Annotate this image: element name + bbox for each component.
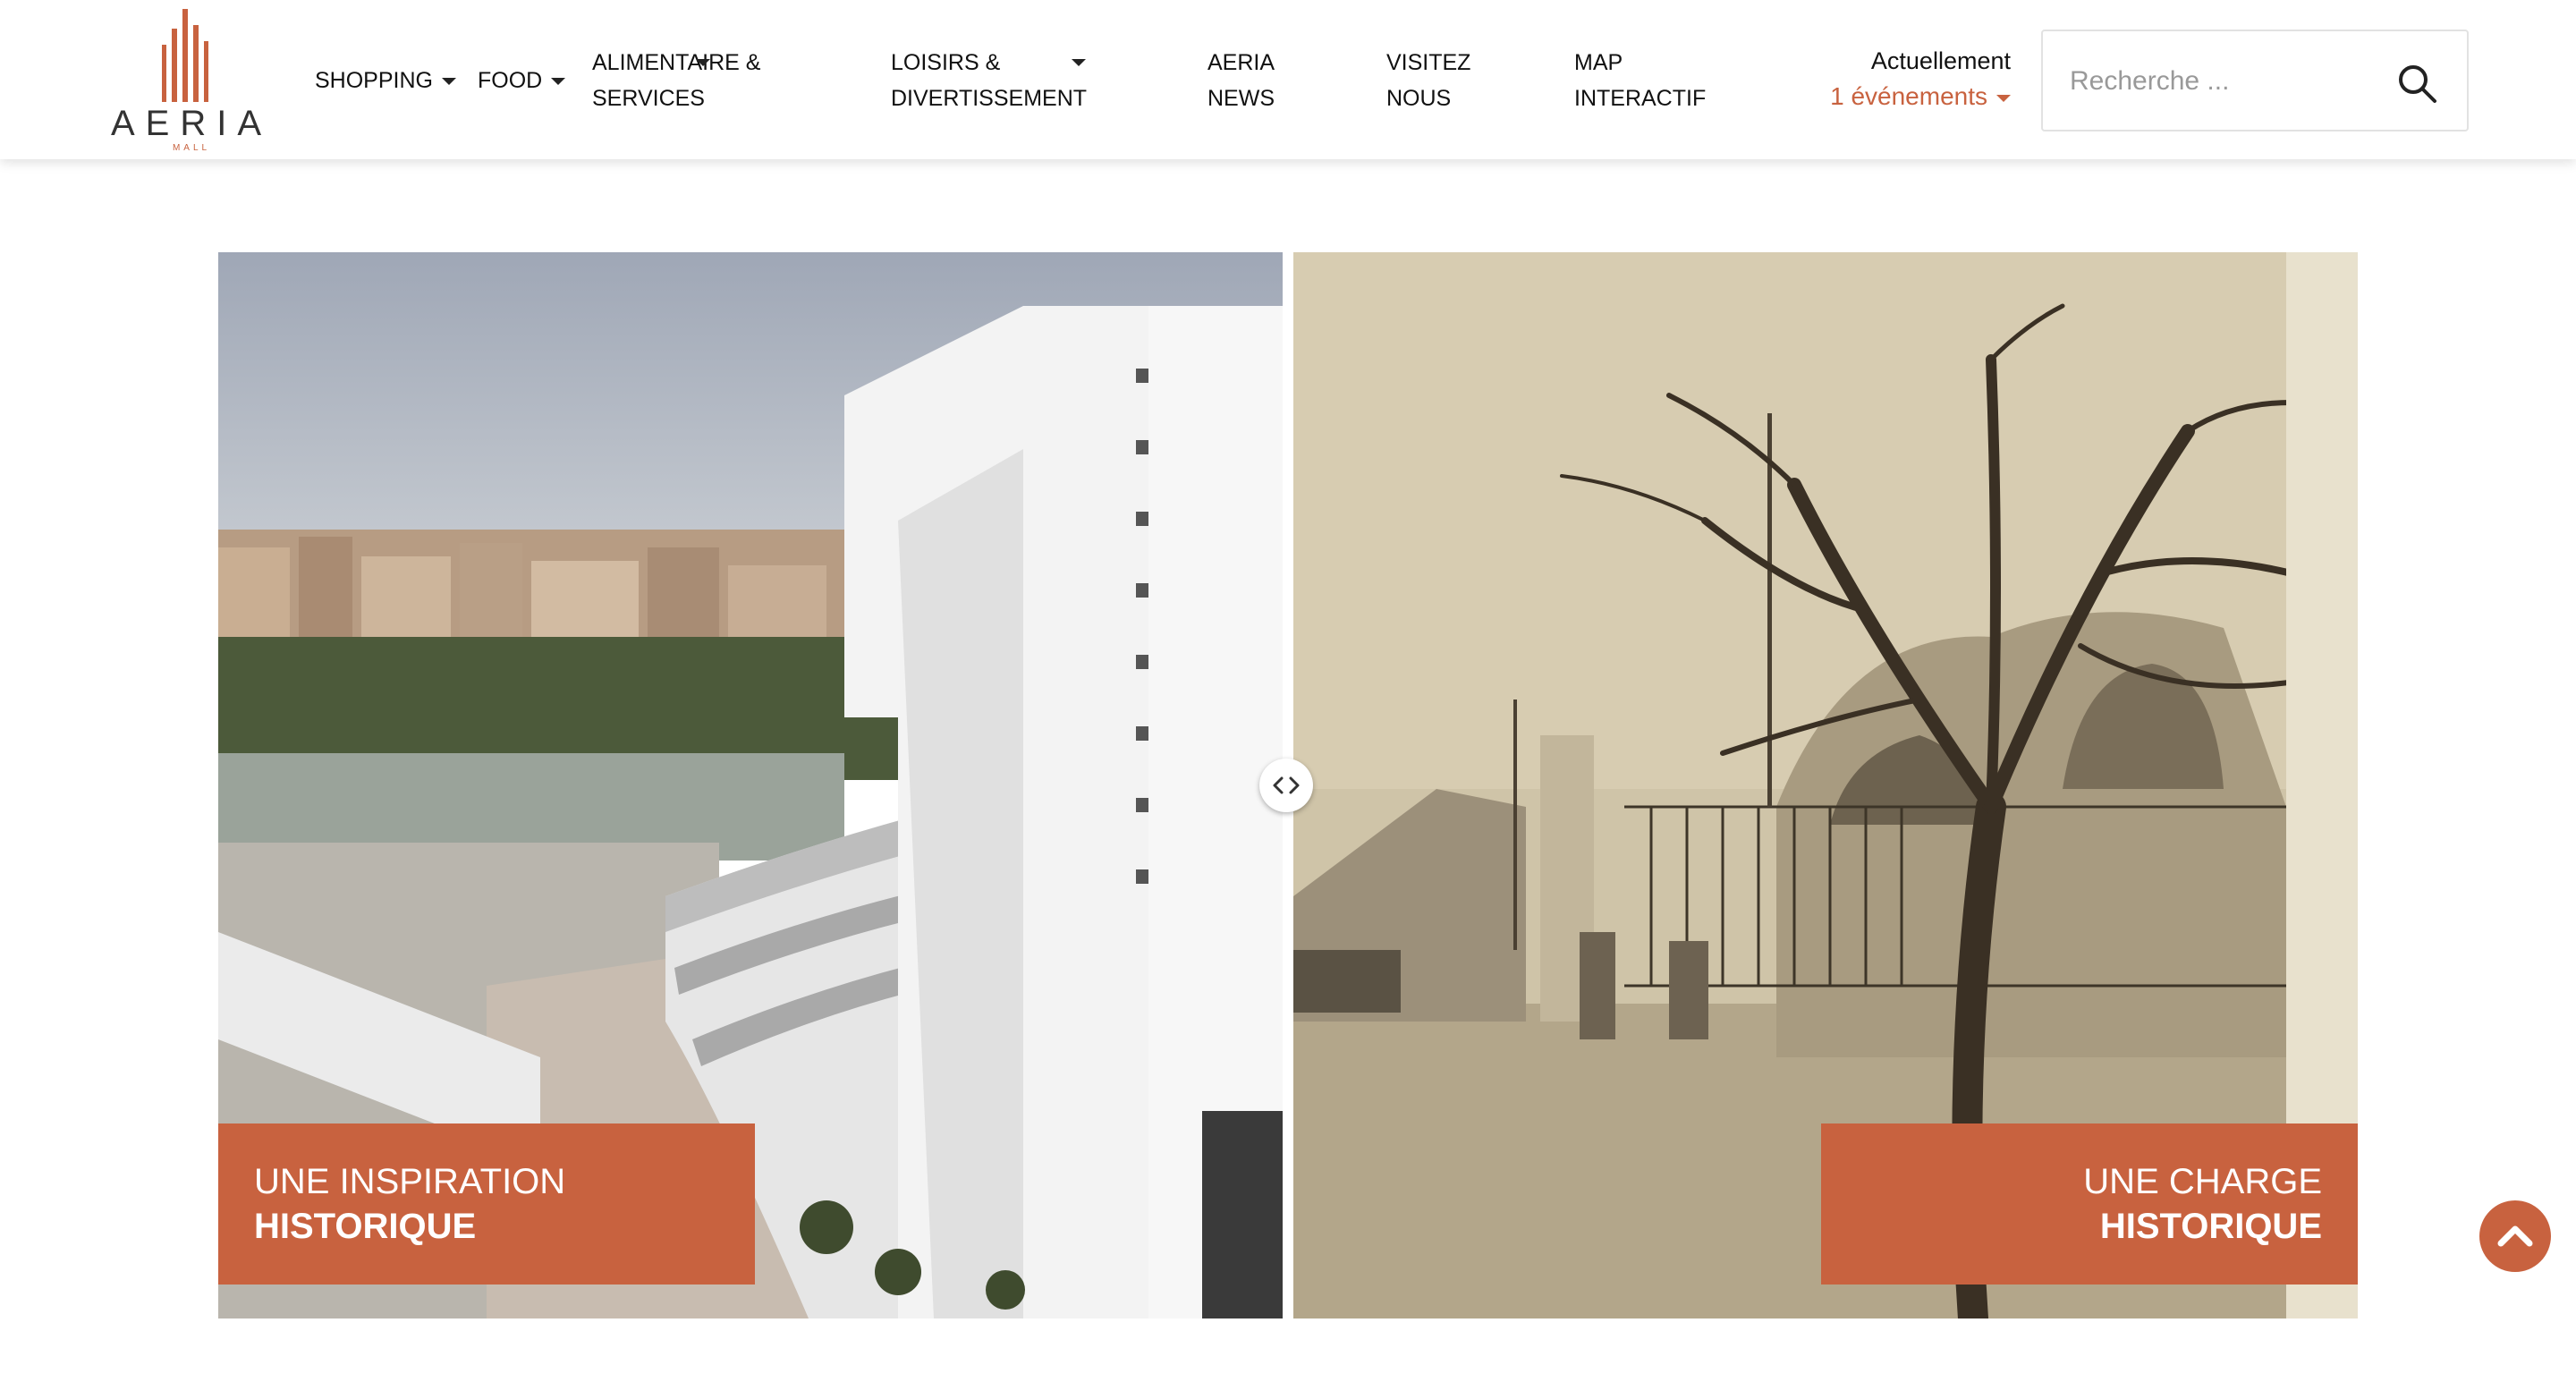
compare-handle-icon bbox=[1273, 776, 1300, 794]
historic-hangar-image: UNE CHARGE HISTORIQUE bbox=[1293, 252, 2358, 1318]
nav-news-label-1: AERIA bbox=[1208, 50, 1275, 75]
events-count-label: 1 événements bbox=[1830, 82, 1987, 110]
nav-food[interactable]: FOOD bbox=[478, 63, 566, 98]
search-box bbox=[2041, 30, 2469, 131]
scroll-to-top-button[interactable] bbox=[2479, 1200, 2551, 1272]
caption-right-line1: UNE CHARGE bbox=[2083, 1162, 2322, 1201]
nav-shopping[interactable]: SHOPPING bbox=[315, 63, 456, 98]
nav-loisirs-divertissement[interactable]: LOISIRS & DIVERTISSEMENT bbox=[891, 45, 1087, 116]
caption-charge-historique: UNE CHARGE HISTORIQUE bbox=[1821, 1123, 2358, 1285]
modern-building-image: UNE INSPIRATION HISTORIQUE bbox=[218, 252, 1283, 1318]
chevron-down-icon bbox=[696, 59, 710, 66]
chevron-down-icon bbox=[1996, 94, 2011, 102]
current-events: Actuellement 1 événements bbox=[1825, 43, 2011, 114]
nav-map-interactif[interactable]: MAP INTERACTIF bbox=[1574, 45, 1706, 116]
nav-news-label-2: NEWS bbox=[1208, 86, 1275, 111]
caption-left-line2: HISTORIQUE bbox=[254, 1207, 477, 1246]
logo-subtitle: MALL bbox=[172, 143, 211, 153]
nav-visitez-label-2: NOUS bbox=[1386, 86, 1452, 111]
caption-left-line1: UNE INSPIRATION bbox=[254, 1162, 566, 1201]
nav-visitez-label-1: VISITEZ bbox=[1386, 50, 1471, 75]
nav-alimentaire-label-1: ALIMENTAIRE & bbox=[592, 50, 761, 75]
nav-loisirs-label-1: LOISIRS & bbox=[891, 50, 1001, 75]
events-count-dropdown[interactable]: 1 événements bbox=[1825, 79, 2011, 114]
before-after-comparison: UNE INSPIRATION HISTORIQUE UNE CHARGE HI… bbox=[218, 252, 2358, 1318]
logo-towers-icon bbox=[162, 9, 208, 102]
caption-inspiration-historique: UNE INSPIRATION HISTORIQUE bbox=[218, 1123, 755, 1285]
nav-aeria-news[interactable]: AERIA NEWS bbox=[1208, 45, 1275, 116]
nav-shopping-label: SHOPPING bbox=[315, 68, 433, 93]
nav-visitez-nous[interactable]: VISITEZ NOUS bbox=[1386, 45, 1470, 116]
nav-loisirs-label-2: DIVERTISSEMENT bbox=[891, 86, 1088, 111]
aeria-mall-logo[interactable]: AERIA MALL bbox=[111, 7, 272, 156]
nav-map-label-2: INTERACTIF bbox=[1574, 86, 1707, 111]
nav-map-label-1: MAP bbox=[1574, 50, 1623, 75]
chevron-down-icon bbox=[441, 78, 456, 86]
search-input[interactable] bbox=[2070, 53, 2365, 110]
site-header: AERIA MALL SHOPPING FOOD ALIMENTAIRE & S… bbox=[0, 0, 2576, 159]
nav-alimentaire-services[interactable]: ALIMENTAIRE & SERVICES bbox=[592, 45, 760, 116]
chevron-down-icon bbox=[1072, 59, 1086, 66]
nav-alimentaire-label-2: SERVICES bbox=[592, 86, 705, 111]
chevron-up-icon bbox=[2497, 1225, 2533, 1247]
logo-wordmark: AERIA bbox=[111, 104, 273, 143]
chevron-down-icon bbox=[551, 78, 566, 86]
nav-food-label: FOOD bbox=[478, 68, 543, 93]
caption-right-line2: HISTORIQUE bbox=[2099, 1207, 2322, 1246]
events-label: Actuellement bbox=[1870, 47, 2011, 74]
compare-slider-handle[interactable] bbox=[1259, 759, 1313, 812]
search-icon[interactable] bbox=[2395, 62, 2438, 105]
